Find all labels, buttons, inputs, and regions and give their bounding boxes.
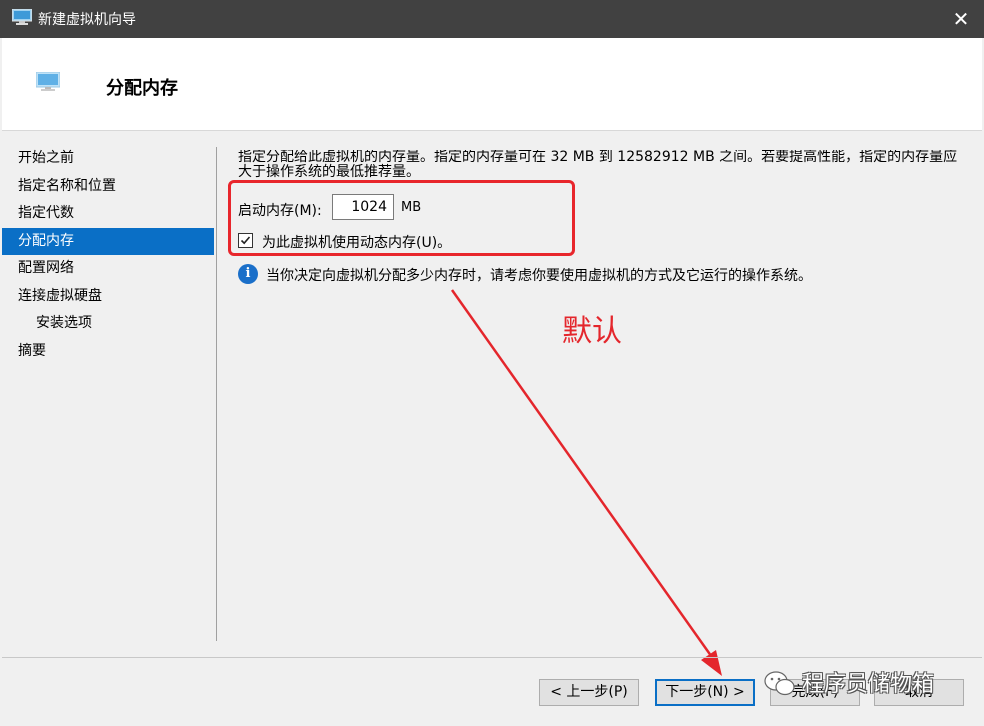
footer-divider [2, 657, 982, 658]
info-text: 当你决定向虚拟机分配多少内存时，请考虑你要使用虚拟机的方式及它运行的操作系统。 [266, 268, 812, 284]
wechat-icon [764, 671, 795, 696]
window-title: 新建虚拟机向导 [38, 12, 136, 28]
nav-item-summary[interactable]: 摘要 [2, 338, 214, 366]
close-button[interactable]: ✕ [938, 0, 984, 38]
nav-item-before-you-begin[interactable]: 开始之前 [2, 145, 214, 173]
nav-item-name-location[interactable]: 指定名称和位置 [2, 173, 214, 201]
previous-button[interactable]: < 上一步(P) [539, 679, 639, 706]
nav-item-configure-networking[interactable]: 配置网络 [2, 255, 214, 283]
nav-item-connect-virtual-disk[interactable]: 连接虚拟硬盘 [2, 283, 214, 311]
vm-monitor-icon [36, 72, 60, 91]
memory-description: 指定分配给此虚拟机的内存量。指定的内存量可在 32 MB 到 12582912 … [238, 150, 958, 180]
page-title: 分配内存 [106, 78, 178, 99]
title-bar: 新建虚拟机向导 ✕ [0, 0, 984, 38]
annotation-highlight-box [228, 180, 575, 256]
next-button[interactable]: 下一步(N) > [655, 679, 755, 706]
close-icon: ✕ [952, 7, 970, 31]
wizard-steps-nav: 开始之前 指定名称和位置 指定代数 分配内存 配置网络 连接虚拟硬盘 安装选项 … [2, 145, 214, 365]
nav-divider [216, 147, 217, 641]
nav-item-installation-options[interactable]: 安装选项 [2, 310, 214, 338]
nav-item-assign-memory[interactable]: 分配内存 [2, 227, 214, 255]
memory-settings-panel: 指定分配给此虚拟机的内存量。指定的内存量可在 32 MB 到 12582912 … [238, 150, 968, 284]
nav-item-generation[interactable]: 指定代数 [2, 200, 214, 228]
info-icon: i [238, 264, 258, 284]
annotation-label: 默认 [562, 314, 622, 349]
watermark-text: 程序员储物箱 [802, 672, 935, 697]
vm-monitor-icon [12, 9, 32, 25]
page-header: 分配内存 [2, 38, 982, 131]
